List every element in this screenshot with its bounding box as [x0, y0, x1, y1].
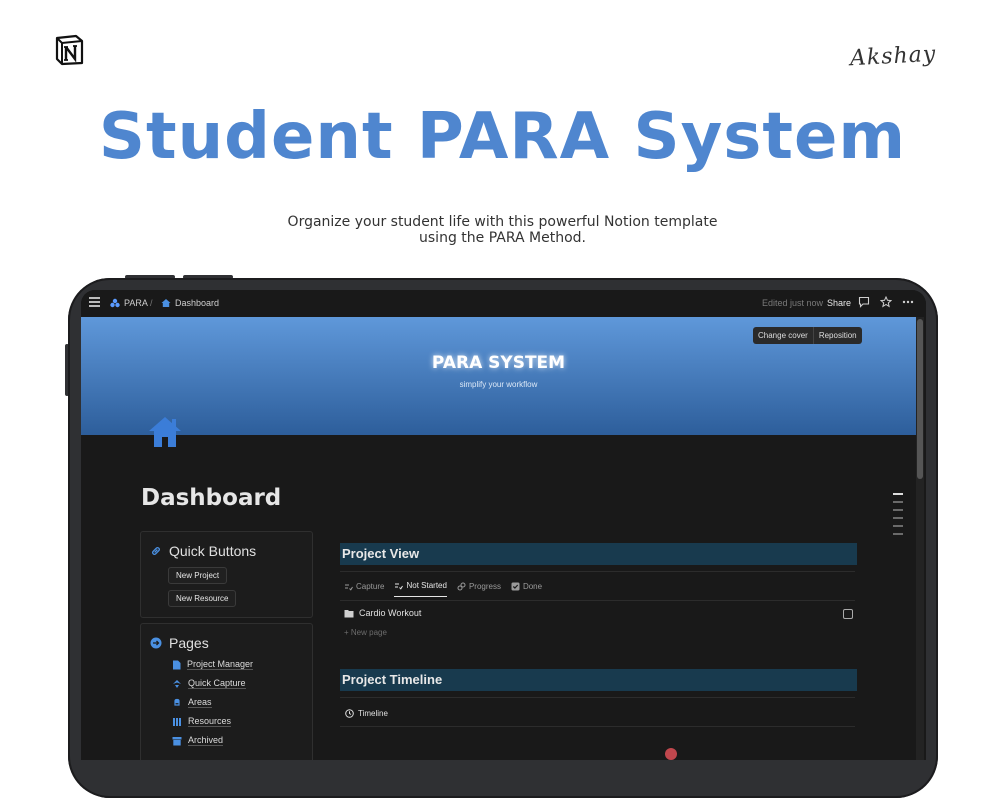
folder-icon [344, 609, 354, 617]
tab-label: Timeline [358, 709, 388, 718]
home-icon [149, 417, 181, 447]
scrollbar[interactable] [916, 317, 924, 760]
scrollbar-thumb[interactable] [917, 319, 923, 479]
cover-title: PARA SYSTEM [431, 353, 566, 373]
new-page-label: New page [350, 628, 387, 637]
link-icon [457, 582, 466, 590]
tab-label: Done [522, 581, 543, 591]
tab-timeline[interactable]: Timeline [345, 709, 388, 718]
row-checkbox[interactable] [843, 609, 853, 619]
change-cover-button[interactable]: Change cover [753, 327, 813, 344]
page-link-archived[interactable]: Archived [172, 735, 224, 746]
timeline-marker [665, 748, 677, 760]
page-link-label: Project Manager [187, 659, 254, 670]
document-icon [173, 660, 181, 669]
tab-done[interactable]: Done [511, 581, 542, 597]
books-icon [173, 717, 181, 726]
breadcrumb-root-label: PARA [124, 298, 148, 308]
page-link-quick-capture[interactable]: Quick Capture [172, 678, 246, 689]
app-topbar: PARA / Dashboard Edited just now Share [81, 290, 926, 317]
link-icon [152, 547, 160, 555]
breadcrumb-page-label: Dashboard [175, 298, 220, 308]
divider [340, 697, 855, 698]
quick-buttons-card: Quick Buttons New Project New Resource [140, 531, 313, 618]
tab-label: Capture [356, 581, 385, 591]
hero-subtitle: Organize your student life with this pow… [0, 214, 1005, 246]
view-tabs: Capture Not Started Progress Done [344, 581, 542, 597]
divider [340, 726, 855, 727]
tab-capture[interactable]: Capture [344, 581, 384, 597]
archive-icon [172, 736, 182, 745]
project-view-heading: Project View [340, 543, 857, 565]
clock-icon [345, 709, 354, 718]
tab-not-started[interactable]: Not Started [394, 581, 447, 597]
page-link-label: Quick Capture [188, 678, 246, 689]
new-project-button[interactable]: New Project [168, 567, 228, 584]
share-button[interactable]: Share [827, 298, 851, 308]
list-check-icon [345, 584, 353, 591]
page-link-areas[interactable]: Areas [172, 697, 212, 708]
signature: Akshay [849, 41, 937, 72]
hero-subtitle-line: Organize your student life with this pow… [287, 214, 718, 230]
arrow-circle-icon [150, 637, 162, 649]
table-of-contents[interactable] [893, 493, 903, 541]
home-small-icon [161, 299, 171, 307]
list-item-title: Cardio Workout [359, 608, 422, 618]
new-resource-button[interactable]: New Resource [168, 590, 237, 607]
page-link-project-manager[interactable]: Project Manager [172, 659, 254, 670]
page-link-label: Resources [188, 716, 232, 727]
notion-logo-icon [55, 34, 84, 66]
tab-label: Not Started [406, 581, 447, 590]
project-timeline-heading: Project Timeline [340, 669, 857, 691]
quick-buttons-title: Quick Buttons [169, 543, 257, 559]
comment-icon[interactable] [858, 296, 870, 308]
breadcrumb-page[interactable]: Dashboard [161, 298, 219, 308]
capture-icon [173, 679, 181, 688]
tab-progress[interactable]: Progress [457, 581, 501, 597]
new-page-button[interactable]: + New page [344, 628, 387, 637]
breadcrumb-separator: / [150, 298, 153, 308]
command-icon [174, 698, 180, 706]
page-link-label: Archived [188, 735, 224, 746]
para-icon [110, 298, 120, 308]
pages-title: Pages [169, 635, 209, 651]
hero-subtitle-line: using the PARA Method. [419, 230, 586, 246]
edited-status: Edited just now [762, 298, 824, 308]
pages-heading: Pages [150, 635, 209, 651]
quick-buttons-heading: Quick Buttons [150, 543, 256, 559]
divider [340, 571, 855, 572]
reposition-button[interactable]: Reposition [812, 327, 862, 344]
star-icon[interactable] [880, 296, 892, 308]
tab-label: Progress [468, 581, 501, 591]
cover-controls: Change cover Reposition [753, 327, 862, 344]
checkbox-checked-icon [511, 582, 520, 590]
page-title: Dashboard [141, 485, 282, 511]
hero-title: Student PARA System [98, 100, 907, 174]
breadcrumb-root[interactable]: PARA [110, 298, 148, 308]
tablet-screen: PARA / Dashboard Edited just now Share C… [81, 290, 926, 760]
page-link-label: Areas [188, 697, 212, 708]
pages-card: Pages Project Manager Quick Capture Area… [140, 623, 313, 760]
list-check-icon [395, 583, 404, 590]
divider [340, 600, 855, 601]
list-item[interactable]: Cardio Workout [344, 608, 421, 618]
more-icon[interactable] [902, 296, 914, 308]
cover-subtitle: simplify your workflow [459, 380, 538, 389]
page-link-resources[interactable]: Resources [172, 716, 232, 727]
menu-icon[interactable] [89, 297, 100, 309]
page-cover: Change cover Reposition PARA SYSTEM simp… [81, 317, 916, 435]
